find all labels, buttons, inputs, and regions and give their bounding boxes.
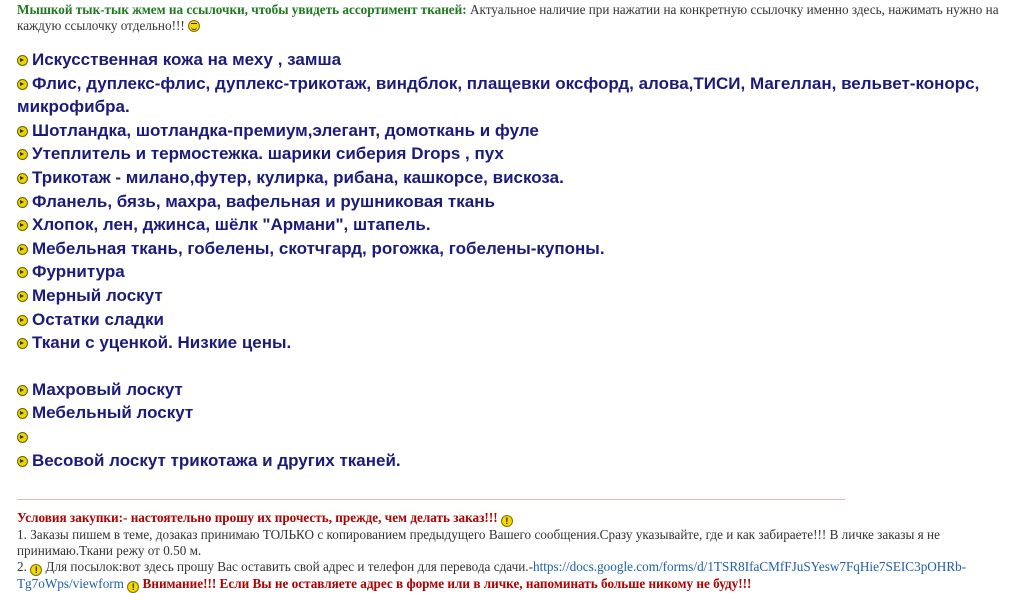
bullet-arrow-icon <box>17 267 28 279</box>
fabric-link[interactable]: Искусственная кожа на меху , замша <box>32 50 341 69</box>
fabric-link[interactable]: Мерный лоскут <box>32 286 163 305</box>
condition-item-1: 1. Заказы пишем в теме, дозаказ принимаю… <box>17 527 940 558</box>
list-item: Весовой лоскут трикотажа и других тканей… <box>17 449 1014 473</box>
bullet-arrow-icon <box>17 431 28 443</box>
list-item: Искусственная кожа на меху , замша <box>17 48 1014 72</box>
intro-lead: Мышкой тык-тык жмем на ссылочки, чтобы у… <box>17 2 467 17</box>
list-item: Мебельный лоскут <box>17 401 1014 425</box>
fabric-link[interactable]: Остатки сладки <box>32 310 164 329</box>
list-item: Хлопок, лен, джинса, шёлк "Армани", штап… <box>17 213 1014 237</box>
list-item: Ткани с уценкой. Низкие цены. <box>17 331 1014 355</box>
condition-item-2-number: 2. <box>17 559 31 574</box>
fabric-link[interactable]: Хлопок, лен, джинса, шёлк "Армани", штап… <box>32 215 431 234</box>
exclamation-icon: ! <box>127 581 140 593</box>
list-item: Махровый лоскут <box>17 378 1014 402</box>
exclamation-icon: ! <box>500 515 513 527</box>
list-item: Трикотаж - милано,футер, кулирка, рибана… <box>17 166 1014 190</box>
bullet-arrow-icon <box>17 314 28 326</box>
purchase-conditions: Условия закупки:- настоятельно прошу их … <box>17 510 1014 593</box>
fabric-link[interactable]: Ткани с уценкой. Низкие цены. <box>32 333 291 352</box>
list-item <box>17 425 1014 449</box>
bullet-arrow-icon <box>17 78 28 90</box>
fabric-link[interactable]: Фурнитура <box>32 262 125 281</box>
smile-icon <box>188 20 201 32</box>
fabric-link[interactable]: Трикотаж - милано,футер, кулирка, рибана… <box>32 168 564 187</box>
list-item: Остатки сладки <box>17 308 1014 332</box>
fabric-link[interactable]: Весовой лоскут трикотажа и других тканей… <box>32 451 401 470</box>
bullet-arrow-icon <box>17 243 28 255</box>
list-item: Мебельная ткань, гобелены, скотчгард, ро… <box>17 237 1014 261</box>
page: Мышкой тык-тык жмем на ссылочки, чтобы у… <box>0 0 1024 593</box>
bullet-arrow-icon <box>17 125 28 137</box>
fabric-links-list: Искусственная кожа на меху , замша Флис,… <box>17 48 1014 472</box>
section-divider <box>17 499 845 500</box>
bullet-arrow-icon <box>17 55 28 66</box>
exclamation-icon: ! <box>30 564 43 576</box>
list-item: Шотландка, шотландка-премиум,элегант, до… <box>17 119 1014 143</box>
intro-paragraph: Мышкой тык-тык жмем на ссылочки, чтобы у… <box>17 0 1014 34</box>
conditions-title-line: Условия закупки:- настоятельно прошу их … <box>17 510 1014 527</box>
list-item: Утеплитель и термостежка. шарики сиберия… <box>17 142 1014 166</box>
list-item: Фурнитура <box>17 260 1014 284</box>
fabric-link[interactable]: Фланель, бязь, махра, вафельная и рушник… <box>32 192 495 211</box>
fabric-link[interactable]: Шотландка, шотландка-премиум,элегант, до… <box>32 121 539 140</box>
bullet-arrow-icon <box>17 149 28 161</box>
condition-item-2-text: Для посылок:вот здесь прошу Вас оставить… <box>45 559 533 574</box>
bullet-arrow-icon <box>17 220 28 232</box>
fabric-link[interactable]: Махровый лоскут <box>32 380 183 399</box>
fabric-link[interactable]: Мебельная ткань, гобелены, скотчгард, ро… <box>32 239 605 258</box>
bullet-arrow-icon <box>17 384 28 396</box>
bullet-arrow-icon <box>17 172 28 184</box>
fabric-link[interactable]: Мебельный лоскут <box>32 403 193 422</box>
bullet-arrow-icon <box>17 455 28 467</box>
bullet-arrow-icon <box>17 196 28 208</box>
bullet-arrow-icon <box>17 338 28 350</box>
conditions-title: Условия закупки:- настоятельно прошу их … <box>17 510 498 525</box>
bullet-arrow-icon <box>17 290 28 302</box>
list-item: Фланель, бязь, махра, вафельная и рушник… <box>17 190 1014 214</box>
fabric-link[interactable]: Флис, дуплекс-флис, дуплекс-трикотаж, ви… <box>17 74 979 117</box>
list-item: Флис, дуплекс-флис, дуплекс-трикотаж, ви… <box>17 72 1014 119</box>
bullet-arrow-icon <box>17 408 28 420</box>
list-item: Мерный лоскут <box>17 284 1014 308</box>
condition-alert: Внимание!!! Если Вы не оставляете адрес … <box>139 576 752 591</box>
fabric-link[interactable]: Утеплитель и термостежка. шарики сиберия… <box>32 144 504 163</box>
